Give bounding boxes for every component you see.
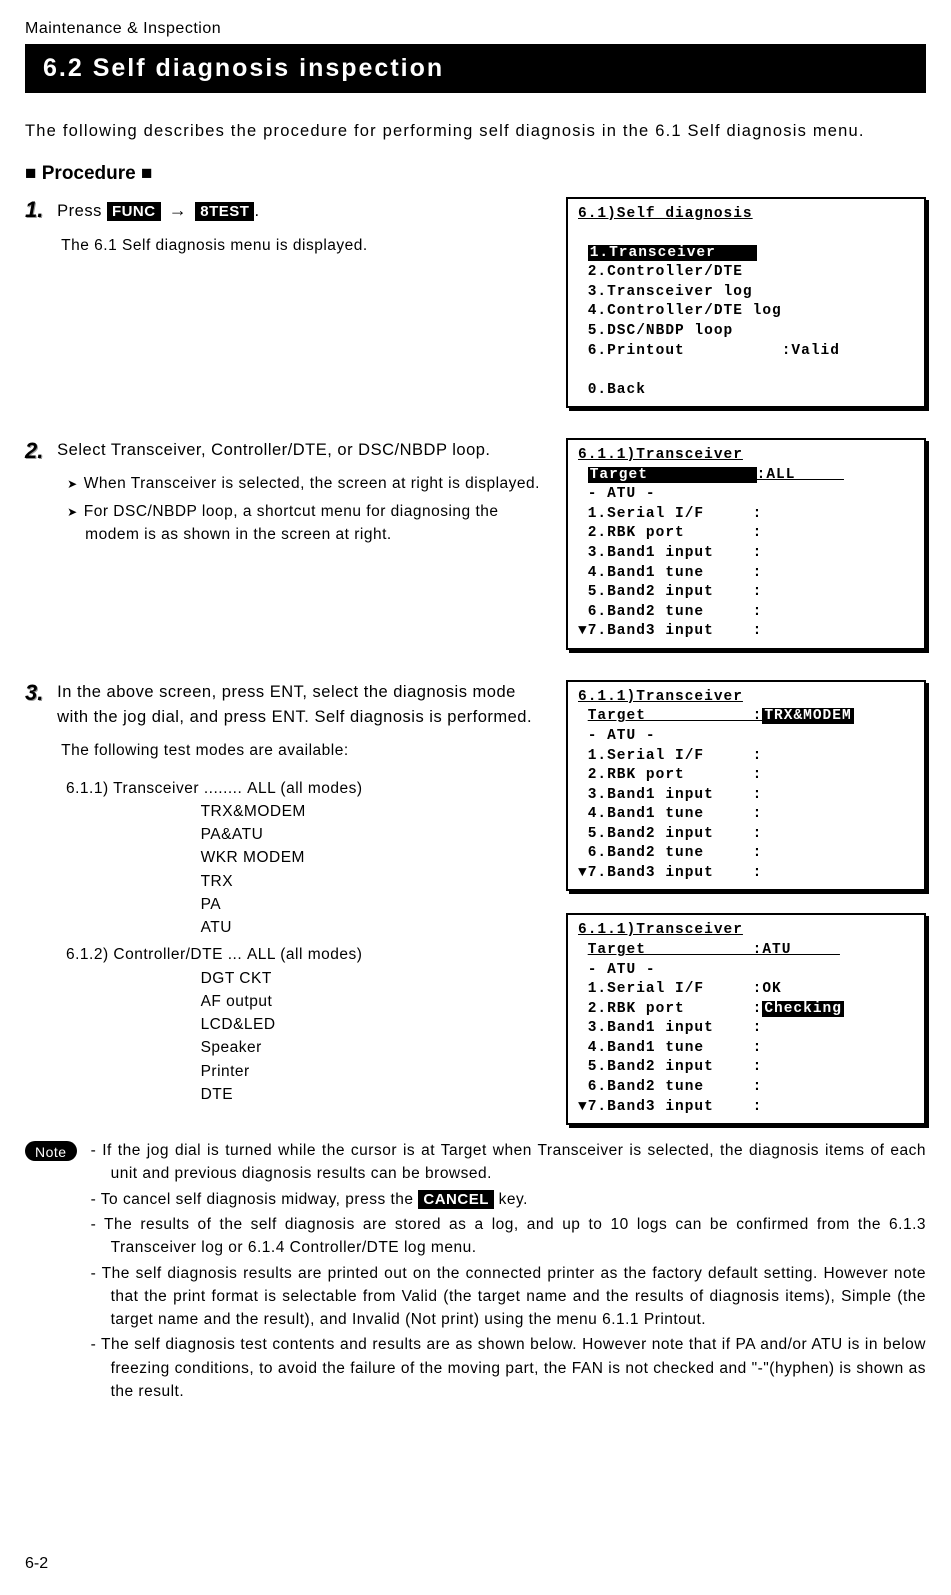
step-1-text-pre: Press xyxy=(57,202,107,220)
note-block: Note If the jog dial is turned while the… xyxy=(25,1139,926,1405)
screen-6-1-1-atu: 6.1.1)Transceiver Target :ATU - ATU - 1.… xyxy=(566,913,926,1125)
page-number: 6-2 xyxy=(25,1555,48,1573)
note-item: To cancel self diagnosis midway, press t… xyxy=(91,1188,926,1212)
step-1-text-post: . xyxy=(254,202,259,220)
note-item: The self diagnosis results are printed o… xyxy=(91,1262,926,1332)
step-3-text: In the above screen, press ENT, select t… xyxy=(57,683,532,726)
test-modes-block: 6.1.1) Transceiver ........ ALL (all mod… xyxy=(61,777,542,1107)
step-1-row: 1. Press FUNC → 8TEST. The 6.1 Self diag… xyxy=(25,197,926,409)
breadcrumb: Maintenance & Inspection xyxy=(25,20,926,38)
step-2-row: 2. Select Transceiver, Controller/DTE, o… xyxy=(25,438,926,650)
section-title: 6.2 Self diagnosis inspection xyxy=(25,44,926,93)
note-item: The results of the self diagnosis are st… xyxy=(91,1213,926,1260)
procedure-heading: ■ Procedure ■ xyxy=(25,163,926,185)
screen-6-1-1-trxmodem: 6.1.1)Transceiver Target :TRX&MODEM - AT… xyxy=(566,680,926,892)
func-key: FUNC xyxy=(107,202,161,221)
arrow-icon: → xyxy=(166,200,191,220)
note-item: If the jog dial is turned while the curs… xyxy=(91,1139,926,1186)
step-number: 3. xyxy=(25,680,53,706)
step-3-sub: The following test modes are available: xyxy=(61,739,542,762)
step-1-sub: The 6.1 Self diagnosis menu is displayed… xyxy=(61,234,542,257)
note-item: The self diagnosis test contents and res… xyxy=(91,1333,926,1403)
step-number: 2. xyxy=(25,438,53,464)
8test-key: 8TEST xyxy=(195,202,254,221)
screen-6-1: 6.1)Self diagnosis 1.Transceiver 2.Contr… xyxy=(566,197,926,409)
step-3-row: 3. In the above screen, press ENT, selec… xyxy=(25,680,926,1125)
screen-6-1-1-all: 6.1.1)Transceiver Target :ALL - ATU - 1.… xyxy=(566,438,926,650)
step-2-text: Select Transceiver, Controller/DTE, or D… xyxy=(57,441,490,459)
step-2-bullet-1: When Transceiver is selected, the screen… xyxy=(67,473,542,495)
step-number: 1. xyxy=(25,197,53,223)
note-label: Note xyxy=(25,1141,77,1161)
step-2-bullet-2: For DSC/NBDP loop, a shortcut menu for d… xyxy=(67,501,542,546)
intro-text: The following describes the procedure fo… xyxy=(25,119,926,145)
